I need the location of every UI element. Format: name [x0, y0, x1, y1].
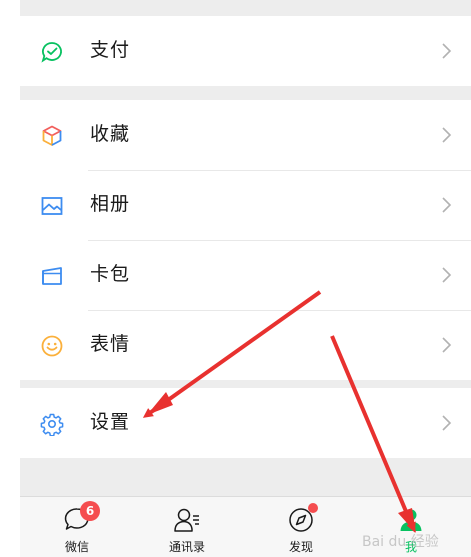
chevron-right-icon — [442, 415, 452, 431]
gear-icon — [40, 413, 64, 436]
new-content-dot — [308, 503, 318, 513]
menu-item-pay[interactable]: 支付 — [20, 16, 471, 86]
watermark: Bai du 经验 — [362, 534, 439, 550]
tab-discover[interactable]: 发现 — [266, 497, 336, 557]
tab-discover-label: 发现 — [288, 540, 313, 554]
tab-contacts[interactable]: 通讯录 — [152, 497, 222, 557]
chevron-right-icon — [442, 127, 452, 143]
tab-chats-label: 微信 — [64, 540, 89, 554]
menu-item-album[interactable]: 相册 — [20, 170, 471, 240]
menu-item-cards-label: 卡包 — [90, 263, 131, 285]
contacts-icon — [174, 508, 199, 532]
menu-item-cards[interactable]: 卡包 — [20, 240, 471, 310]
chevron-right-icon — [442, 337, 452, 353]
section-divider — [20, 380, 471, 388]
menu-item-favorites-label: 收藏 — [90, 123, 131, 145]
chevron-right-icon — [442, 197, 452, 213]
menu-item-settings[interactable]: 设置 — [20, 388, 471, 458]
menu-item-settings-label: 设置 — [90, 411, 131, 433]
album-picture-icon — [41, 197, 63, 215]
chevron-right-icon — [442, 267, 452, 283]
section-divider — [20, 0, 471, 16]
menu-item-stickers-label: 表情 — [90, 333, 131, 355]
pay-icon — [41, 42, 62, 63]
menu-item-stickers[interactable]: 表情 — [20, 310, 471, 380]
section-divider — [20, 86, 471, 100]
tab-chats[interactable]: 6 微信 — [42, 497, 112, 557]
smiley-icon — [41, 335, 63, 357]
tab-contacts-label: 通讯录 — [168, 540, 205, 554]
chevron-right-icon — [442, 43, 452, 59]
menu-item-pay-label: 支付 — [90, 39, 131, 61]
section-divider — [20, 458, 471, 496]
favorites-cube-icon — [42, 125, 62, 146]
unread-badge: 6 — [80, 501, 100, 521]
menu-item-album-label: 相册 — [90, 193, 131, 215]
menu-item-favorites[interactable]: 收藏 — [20, 100, 471, 170]
card-wallet-icon — [42, 267, 62, 285]
